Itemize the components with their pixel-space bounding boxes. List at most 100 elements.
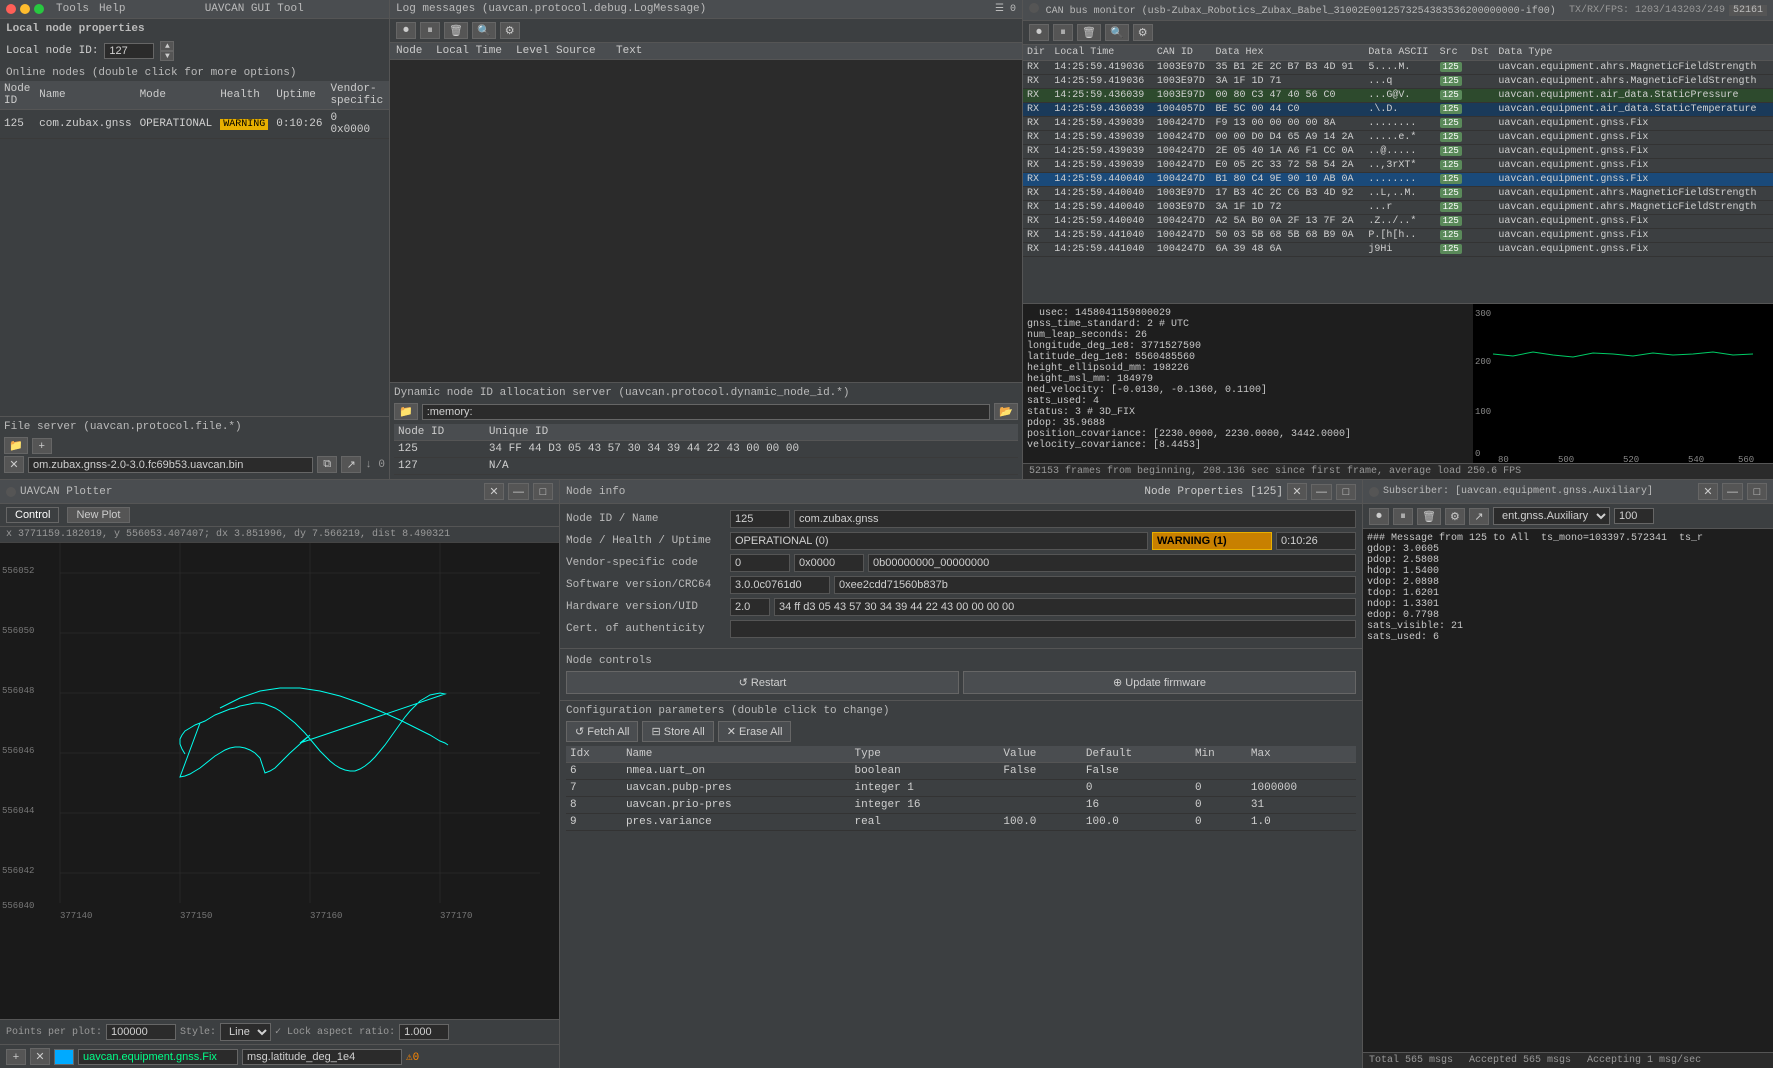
hw-version-field [730,598,770,616]
can-table-row[interactable]: RX 14:25:59.440040 1003E97D 17 B3 4C 2C … [1023,187,1773,201]
dynamic-node-section: Dynamic node ID allocation server (uavca… [390,382,1022,479]
plot-add-btn[interactable]: + [6,1049,26,1065]
log-pause-btn[interactable]: ⏸ [420,22,440,39]
sub-max-btn[interactable]: □ [1747,483,1767,500]
config-table-row[interactable]: 6 nmea.uart_on boolean False False [566,763,1356,780]
can-table-row[interactable]: RX 14:25:59.440040 1003E97D 3A 1F 1D 72 … [1023,201,1773,215]
svg-text:556040: 556040 [2,901,34,911]
local-node-id-label: Local node ID: [6,45,98,57]
hw-version-row: Hardware version/UID [566,598,1356,616]
sub-record-btn[interactable]: ⏺ [1369,508,1389,525]
accepted-msgs: Accepted 565 msgs [1469,1055,1571,1066]
dyn-path-btn[interactable]: 📁 [394,403,418,420]
config-table: Idx Name Type Value Default Min Max 6 nm… [566,746,1356,831]
new-plot-tab[interactable]: New Plot [67,507,129,523]
node-id-field[interactable] [730,510,790,528]
file-open-btn[interactable]: ↗ [341,456,361,473]
can-data-text: usec: 1458041159800029 gnss_time_standar… [1023,304,1473,463]
update-firmware-btn[interactable]: ⊕ Update firmware [963,671,1356,694]
node-info-close-btn[interactable]: ✕ [1287,483,1307,500]
plotter-panel: UAVCAN Plotter ✕ — □ Control New Plot x … [0,480,560,1068]
can-filter-btn[interactable]: ⚙ [1133,24,1153,41]
sub-pause-btn[interactable]: ⏸ [1393,508,1413,525]
plotter-min-btn[interactable]: — [508,483,529,500]
dyn-folder-btn[interactable]: 📂 [994,403,1018,420]
sub-channel-select[interactable]: ent.gnss.Auxiliary [1493,507,1610,525]
plot-color-btn[interactable] [54,1049,74,1065]
lock-input[interactable] [399,1024,449,1040]
can-table-row[interactable]: RX 14:25:59.436039 1004057D BE 5C 00 44 … [1023,103,1773,117]
app-title: UAVCAN GUI Tool [205,3,304,15]
points-input[interactable] [106,1024,176,1040]
store-all-btn[interactable]: ⊟ Store All [642,721,713,742]
local-node-id-input[interactable] [104,43,154,59]
health-field [1152,532,1272,550]
plot-channel-input[interactable] [78,1049,238,1065]
restart-btn[interactable]: ↺ Restart [566,671,959,694]
dyn-path-input[interactable] [422,404,991,420]
node-info-max-btn[interactable]: □ [1336,484,1356,500]
svg-text:100: 100 [1475,407,1491,417]
plot-field-input[interactable] [242,1049,402,1065]
can-clear-btn[interactable]: 🗑 [1077,24,1101,41]
sub-min-btn[interactable]: — [1722,483,1743,500]
can-scroll-area[interactable]: Dir Local Time CAN ID Data Hex Data ASCI… [1023,45,1773,303]
node-id-down-btn[interactable]: ▼ [160,51,174,61]
can-table-row[interactable]: RX 14:25:59.436039 1003E97D 00 80 C3 47 … [1023,89,1773,103]
node-name-field[interactable] [794,510,1356,528]
can-table-row[interactable]: RX 14:25:59.441040 1004247D 50 03 5B 68 … [1023,229,1773,243]
can-table-row[interactable]: RX 14:25:59.419036 1003E97D 35 B1 2E 2C … [1023,61,1773,75]
sub-filter-btn[interactable]: ⚙ [1445,508,1465,525]
window-close-btn[interactable] [6,4,16,14]
file-server-path-btn[interactable]: 📁 [4,437,28,454]
can-table-row[interactable]: RX 14:25:59.439039 1004247D F9 13 00 00 … [1023,117,1773,131]
can-table-row[interactable]: RX 14:25:59.440040 1004247D B1 80 C4 9E … [1023,173,1773,187]
sub-close-btn[interactable]: ✕ [1698,483,1718,500]
sub-expand-btn[interactable]: ↗ [1469,508,1489,525]
vendor-hex-field [794,554,864,572]
style-select[interactable]: Line [220,1023,271,1041]
can-pause-btn[interactable]: ⏸ [1053,24,1073,41]
window-maximize-btn[interactable] [34,4,44,14]
node-info-min-btn[interactable]: — [1311,484,1332,500]
control-tab[interactable]: Control [6,507,59,523]
subscriber-title: Subscriber: [uavcan.equipment.gnss.Auxil… [1383,486,1653,497]
log-filter-btn[interactable]: ⚙ [500,22,520,39]
help-menu[interactable]: Help [99,3,125,15]
file-server-remove-btn[interactable]: ✕ [4,456,24,473]
hw-uid-field [774,598,1356,616]
file-server-add-btn[interactable]: + [32,438,52,454]
tools-menu[interactable]: Tools [56,3,89,15]
can-table-row[interactable]: RX 14:25:59.419036 1003E97D 3A 1F 1D 71 … [1023,75,1773,89]
cert-row: Cert. of authenticity [566,620,1356,638]
plotter-close-btn[interactable]: ✕ [484,483,504,500]
config-table-row[interactable]: 8 uavcan.prio-pres integer 16 16 0 31 [566,797,1356,814]
log-clear-btn[interactable]: 🗑 [444,22,468,39]
can-table-row[interactable]: RX 14:25:59.440040 1004247D A2 5A B0 0A … [1023,215,1773,229]
can-table-row[interactable]: RX 14:25:59.439039 1004247D 00 00 D0 D4 … [1023,131,1773,145]
log-search-btn[interactable]: 🔍 [472,22,496,39]
col-uptime: Uptime [272,81,326,110]
fetch-all-btn[interactable]: ↺ Fetch All [566,721,638,742]
plot-remove-btn[interactable]: ✕ [30,1048,50,1065]
can-table-row[interactable]: RX 14:25:59.441040 1004247D 6A 39 48 6A … [1023,243,1773,257]
plotter-max-btn[interactable]: □ [533,483,553,500]
middle-top-panel: Log messages (uavcan.protocol.debug.LogM… [390,0,1023,479]
file-path-input[interactable] [28,457,313,473]
plotter-add-row: + ✕ ⚠0 [0,1044,559,1068]
can-table-row[interactable]: RX 14:25:59.439039 1004247D E0 05 2C 33 … [1023,159,1773,173]
config-table-row[interactable]: 9 pres.variance real 100.0 100.0 0 1.0 [566,814,1356,831]
log-record-btn[interactable]: ⏺ [396,22,416,39]
can-record-btn[interactable]: ⏺ [1029,24,1049,41]
table-row[interactable]: 125 com.zubax.gnss OPERATIONAL WARNING 0… [0,110,389,139]
can-table-row[interactable]: RX 14:25:59.439039 1004247D 2E 05 40 1A … [1023,145,1773,159]
sub-count-input[interactable] [1614,508,1654,524]
config-table-row[interactable]: 7 uavcan.pubp-pres integer 1 0 0 1000000 [566,780,1356,797]
can-search-btn[interactable]: 🔍 [1105,24,1129,41]
window-minimize-btn[interactable] [20,4,30,14]
node-id-up-btn[interactable]: ▲ [160,41,174,51]
erase-all-btn[interactable]: ✕ Erase All [718,721,792,742]
file-copy-btn[interactable]: ⧉ [317,456,337,473]
col-name: Name [35,81,135,110]
sub-clear-btn[interactable]: 🗑 [1417,508,1441,525]
